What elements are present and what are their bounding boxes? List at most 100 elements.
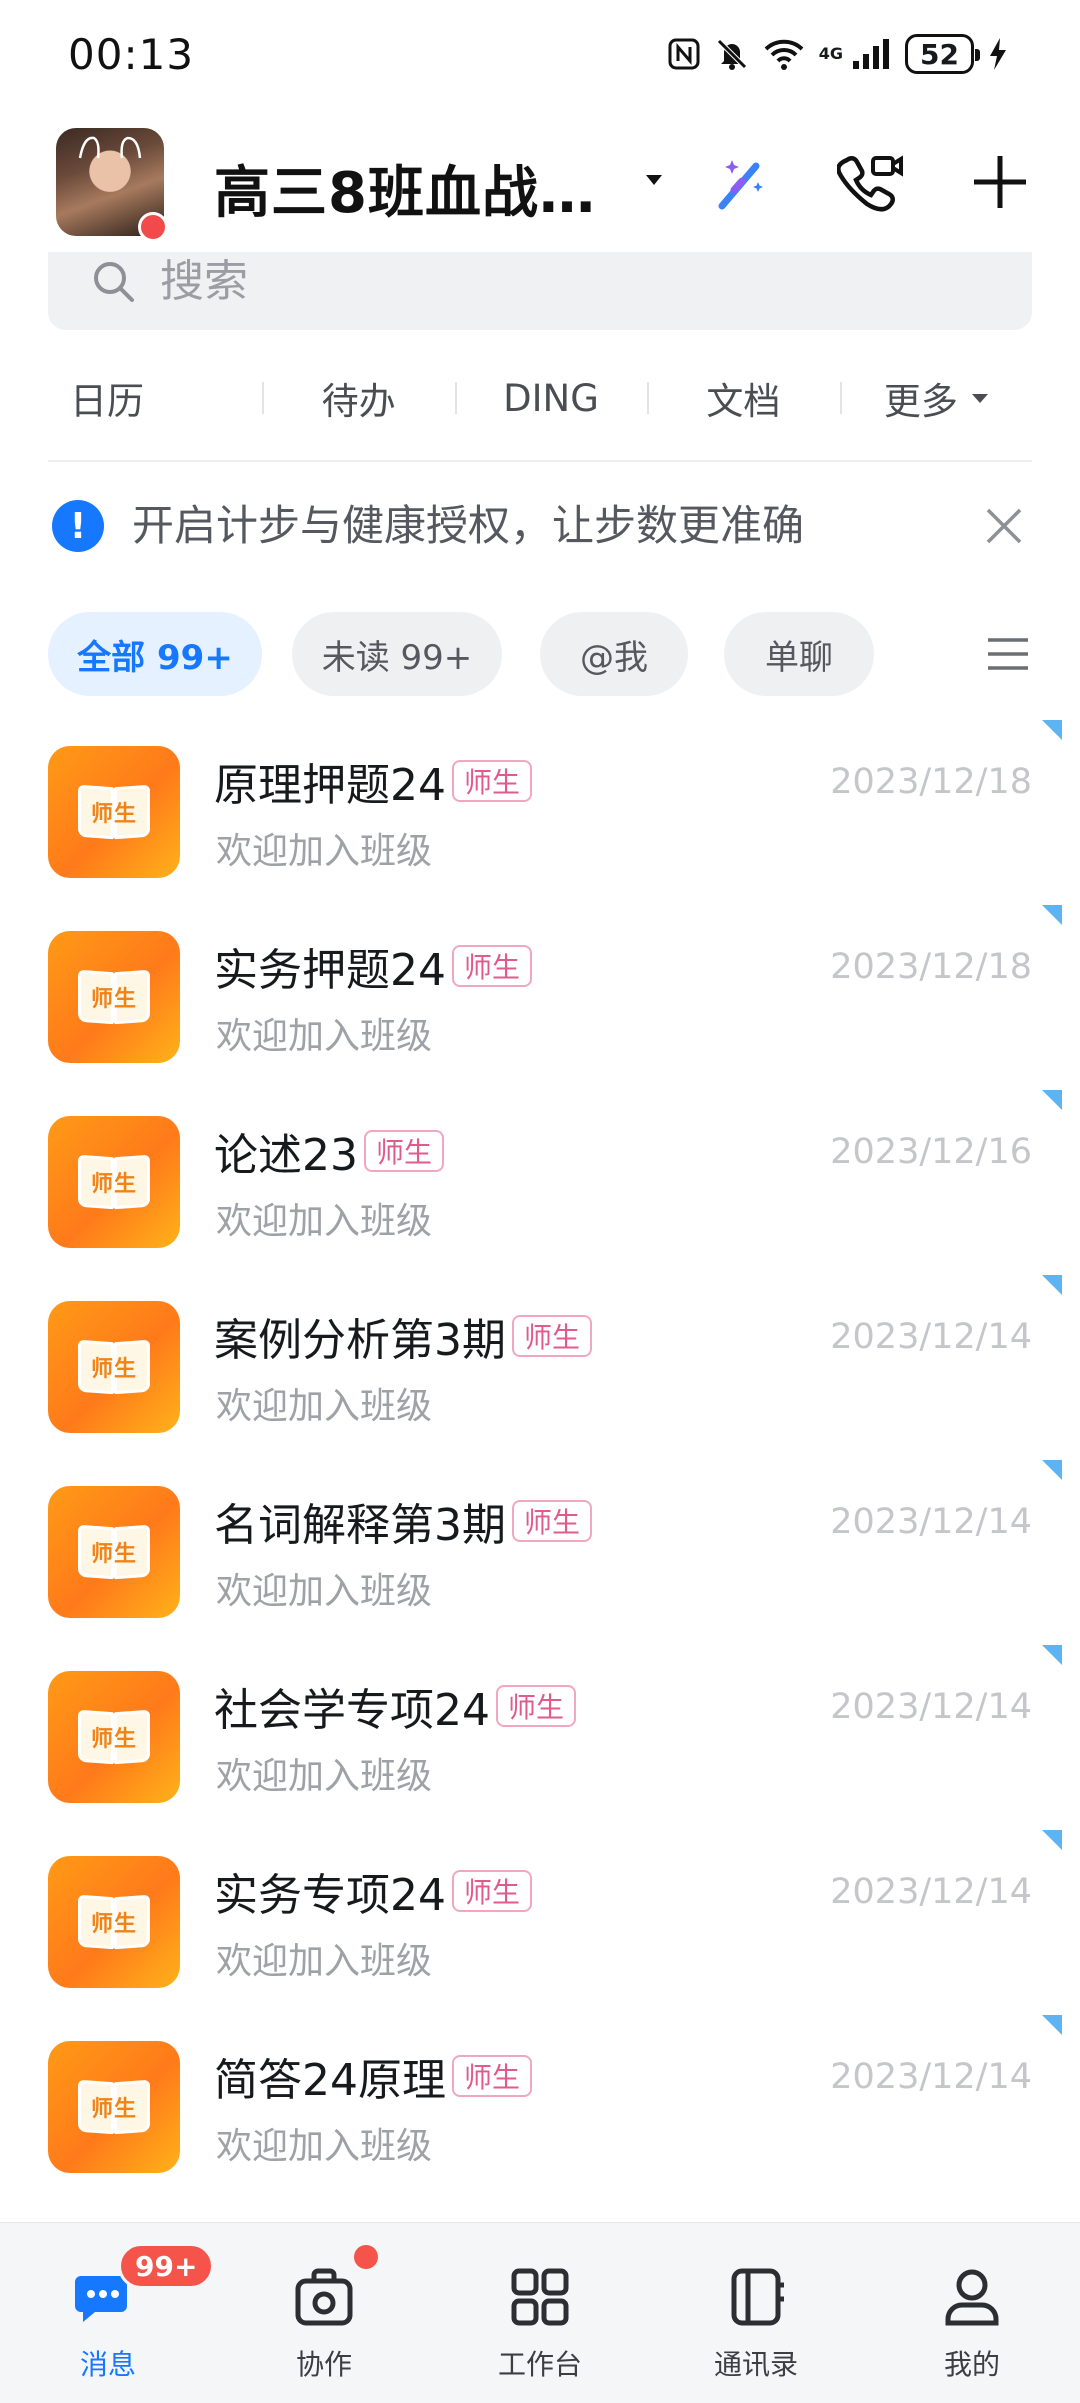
notification-dot (354, 2245, 378, 2269)
conversation-row[interactable]: 师生 实务押题24 师生 欢迎加入班级 2023/12/18 (0, 905, 1080, 1090)
menu-icon[interactable] (984, 630, 1032, 678)
conversation-row[interactable]: 师生 原理押题24 师生 欢迎加入班级 2023/12/18 (0, 720, 1080, 905)
notice-text: 开启计步与健康授权，让步数更准确 (132, 501, 805, 550)
conversation-preview: 欢迎加入班级 (216, 1571, 433, 1612)
nfc-icon (667, 37, 701, 71)
wifi-icon (763, 37, 805, 71)
avatar-status-badge (138, 212, 168, 242)
workbench-icon (500, 2257, 580, 2337)
conversation-row[interactable]: 师生 社会学专项24 师生 欢迎加入班级 2023/12/14 (0, 1645, 1080, 1830)
row-title-group: 案例分析第3期 师生 (214, 1303, 593, 1369)
class-avatar: 师生 (48, 746, 180, 878)
conversation-preview: 欢迎加入班级 (216, 1016, 433, 1057)
magic-wand-icon[interactable] (700, 142, 780, 222)
network-type: 4G (819, 46, 843, 62)
filter-all[interactable]: 全部 99+ (48, 612, 262, 696)
conversation-preview: 欢迎加入班级 (216, 831, 433, 872)
org-title[interactable]: 高三8班血战… (214, 148, 596, 229)
shortcut-label: 文档 (706, 380, 781, 423)
conversation-date: 2023/12/14 (830, 1687, 1032, 1727)
row-title-group: 实务押题24 师生 (214, 933, 533, 999)
shortcut-label: DING (503, 376, 599, 420)
conversation-title: 案例分析第3期 (214, 1315, 506, 1366)
shortcut-label: 日历 (70, 380, 144, 423)
shortcut-todo[interactable]: 待办 (262, 360, 454, 436)
search-placeholder: 搜索 (160, 256, 248, 307)
video-call-icon[interactable] (830, 142, 910, 222)
notice-banner[interactable]: ! 开启计步与健康授权，让步数更准确 (48, 490, 1032, 560)
filter-unread[interactable]: 未读 99+ (292, 612, 502, 696)
class-avatar: 师生 (48, 931, 180, 1063)
avatar-label: 师生 (90, 1912, 137, 1937)
profile-icon (932, 2257, 1012, 2337)
conversation-title: 实务专项24 (214, 1870, 446, 1921)
tab-profile[interactable]: 我的 (864, 2223, 1080, 2403)
class-avatar: 师生 (48, 1671, 180, 1803)
conversation-title: 原理押题24 (214, 760, 446, 811)
book-icon: 师生 (76, 965, 152, 1029)
search-input[interactable]: 搜索 (48, 252, 1032, 330)
role-tag: 师生 (452, 1870, 533, 1912)
book-icon: 师生 (76, 1335, 152, 1399)
conversation-date: 2023/12/18 (830, 947, 1032, 987)
filter-mentions[interactable]: @我 (540, 612, 688, 696)
conversation-row[interactable]: 师生 论述23 师生 欢迎加入班级 2023/12/16 (0, 1090, 1080, 1275)
tab-contacts[interactable]: 通讯录 (648, 2223, 864, 2403)
class-avatar: 师生 (48, 1856, 180, 1988)
nav-label: 通讯录 (713, 2348, 798, 2381)
mute-bell-icon (715, 37, 749, 71)
row-title-group: 论述23 师生 (214, 1118, 445, 1184)
shortcut-calendar[interactable]: 日历 (48, 360, 262, 436)
filter-label: 单聊 (765, 637, 833, 678)
conversation-row[interactable]: 师生 案例分析第3期 师生 欢迎加入班级 2023/12/14 (0, 1275, 1080, 1460)
search-icon (90, 258, 136, 308)
tab-workbench[interactable]: 工作台 (432, 2223, 648, 2403)
conversation-date: 2023/12/14 (830, 2057, 1032, 2097)
status-time: 00:13 (68, 30, 195, 79)
chevron-down-icon[interactable] (644, 172, 664, 191)
conversation-date: 2023/12/14 (830, 1502, 1032, 1542)
row-title-group: 原理押题24 师生 (214, 748, 533, 814)
conversation-date: 2023/12/18 (830, 762, 1032, 802)
class-avatar: 师生 (48, 1116, 180, 1248)
network-label: 4G (818, 44, 844, 63)
conversation-row[interactable]: 师生 实务专项24 师生 欢迎加入班级 2023/12/14 (0, 1830, 1080, 2015)
conversation-row[interactable]: 师生 简答24原理 师生 欢迎加入班级 2023/12/14 (0, 2015, 1080, 2200)
shortcut-more[interactable]: 更多 (839, 360, 1032, 436)
role-tag: 师生 (496, 1685, 577, 1727)
nav-label: 消息 (79, 2348, 136, 2381)
pin-corner-icon (1042, 2015, 1062, 2035)
book-icon: 师生 (76, 1520, 152, 1584)
class-avatar: 师生 (48, 1301, 180, 1433)
role-tag: 师生 (452, 945, 533, 987)
conversation-preview: 欢迎加入班级 (216, 1201, 433, 1242)
conversation-title: 简答24原理 (214, 2055, 446, 2106)
charging-icon (988, 37, 1008, 71)
role-tag: 师生 (364, 1130, 445, 1172)
caret-down-icon (971, 393, 988, 403)
plus-icon[interactable] (960, 142, 1040, 222)
status-icons: 4G 52 (667, 30, 1008, 78)
pin-corner-icon (1042, 1090, 1062, 1110)
tab-collab[interactable]: 协作 (216, 2223, 432, 2403)
close-icon[interactable] (976, 498, 1032, 554)
collab-icon (284, 2257, 364, 2337)
nav-label: 我的 (943, 2348, 1000, 2381)
conversation-list: 师生 原理押题24 师生 欢迎加入班级 2023/12/18 师生 实务押题24… (0, 720, 1080, 2200)
pin-corner-icon (1042, 1275, 1062, 1295)
role-tag: 师生 (512, 1315, 593, 1357)
conversation-row[interactable]: 师生 名词解释第3期 师生 欢迎加入班级 2023/12/14 (0, 1460, 1080, 1645)
avatar-label: 师生 (90, 802, 137, 827)
filter-direct[interactable]: 单聊 (724, 612, 874, 696)
pin-corner-icon (1042, 1645, 1062, 1665)
role-tag: 师生 (452, 2055, 533, 2097)
row-title-group: 社会学专项24 师生 (214, 1673, 577, 1739)
tab-messages[interactable]: 消息 99+ (0, 2223, 216, 2403)
row-title-group: 名词解释第3期 师生 (214, 1488, 593, 1554)
shortcut-docs[interactable]: 文档 (647, 360, 839, 436)
filter-bar: 全部 99+ 未读 99+ @我 单聊 (48, 612, 1032, 696)
shortcut-label: 待办 (321, 380, 396, 423)
book-icon: 师生 (76, 1150, 152, 1214)
unread-badge: 99+ (118, 2243, 215, 2289)
shortcut-ding[interactable]: DING (454, 360, 647, 436)
